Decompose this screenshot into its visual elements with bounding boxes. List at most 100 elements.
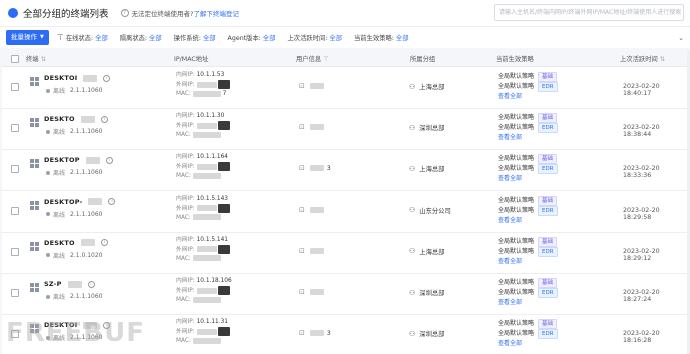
status-dot-icon bbox=[46, 88, 50, 93]
status-dot-icon bbox=[46, 212, 50, 217]
agent-version: 2.1.0.1020 bbox=[70, 251, 103, 259]
info-icon[interactable]: i bbox=[87, 280, 95, 288]
windows-icon bbox=[30, 77, 39, 86]
hostname[interactable]: DESKTO bbox=[44, 115, 75, 123]
org-tree-icon: ⚇ bbox=[409, 123, 416, 132]
filter-isolation-status[interactable]: 隔离状态: 全部 bbox=[120, 33, 162, 42]
view-all-link[interactable]: 查看全部 bbox=[498, 217, 522, 224]
filter-icon: ⊤ bbox=[56, 33, 64, 42]
filter-agent-version[interactable]: Agent版本: 全部 bbox=[228, 33, 276, 42]
last-active-time: 2023-02-20 18:27:24 bbox=[623, 289, 660, 303]
filter-os[interactable]: 操作系统: 全部 bbox=[174, 33, 216, 42]
group-info: ⚇ 上海总部 bbox=[409, 247, 444, 256]
redacted-text bbox=[192, 131, 221, 138]
table-row[interactable]: DESKTO i 离线 2.1.1.1060 内网IP: 10.1.1.30 外… bbox=[2, 109, 688, 151]
redacted-text bbox=[67, 280, 82, 288]
chevron-down-icon[interactable]: ⌄ bbox=[678, 34, 684, 42]
windows-icon bbox=[30, 283, 39, 292]
policy-info: 全局默认策略 基础 全局默认策略 EDR 查看全部 bbox=[498, 319, 558, 349]
select-all-checkbox[interactable] bbox=[11, 55, 19, 63]
agent-version: 2.1.1.1060 bbox=[70, 169, 103, 177]
user-edit-icon[interactable]: ⊡ bbox=[299, 288, 305, 296]
internal-ip: 10.1.1.53 bbox=[196, 72, 225, 78]
redacted-text bbox=[309, 124, 324, 131]
batch-operation-button[interactable]: 批量操作 ▼ bbox=[6, 30, 49, 45]
row-checkbox[interactable] bbox=[11, 247, 19, 256]
online-status: 离线 2.1.1.1060 bbox=[46, 210, 102, 219]
user-edit-icon[interactable]: ⊡ bbox=[299, 206, 305, 214]
row-checkbox[interactable] bbox=[11, 83, 19, 91]
hostname[interactable]: DESKTOP- bbox=[44, 198, 82, 206]
policy-info: 全局默认策略 基础 全局默认策略 EDR 查看全部 bbox=[498, 113, 558, 143]
row-checkbox[interactable] bbox=[11, 124, 19, 133]
org-tree-icon: ⚇ bbox=[409, 82, 416, 91]
table-row[interactable]: DESKTO i 离线 2.1.0.1020 内网IP: 10.1.5.141 … bbox=[2, 232, 688, 274]
row-checkbox[interactable] bbox=[11, 206, 19, 215]
filter-online-status[interactable]: 在线状态: 全部 bbox=[66, 33, 108, 42]
user-edit-icon[interactable]: ⊡ bbox=[299, 164, 305, 172]
org-tree-icon: ⚇ bbox=[409, 288, 416, 297]
ip-mac-info: 内网IP: 10.1.5.143 外网IP: MAC: bbox=[176, 195, 231, 223]
redacted-text bbox=[309, 206, 324, 213]
policy-info: 全局默认策略 基础 全局默认策略 EDR 查看全部 bbox=[498, 72, 558, 102]
view-all-link[interactable]: 查看全部 bbox=[498, 93, 522, 100]
ip-mac-info: 内网IP: 10.1.1.164 外网IP: MAC: bbox=[176, 153, 231, 181]
policy-info: 全局默认策略 基础 全局默认策略 EDR 查看全部 bbox=[498, 236, 558, 267]
org-tree-icon: ⚇ bbox=[409, 206, 416, 215]
row-checkbox[interactable] bbox=[11, 289, 19, 297]
hostname[interactable]: DESKTOI bbox=[44, 74, 77, 82]
user-edit-icon[interactable]: ⊡ bbox=[299, 329, 305, 337]
group-info: ⚇ 深圳总部 bbox=[409, 288, 445, 298]
hostname[interactable]: DESKTOP bbox=[44, 156, 80, 164]
table-row[interactable]: DESKTOP- i 离线 2.1.1.1060 内网IP: 10.1.5.14… bbox=[2, 191, 688, 233]
group-name: 深圳总部 bbox=[419, 290, 445, 297]
user-info: ⊡ 3 bbox=[299, 329, 331, 338]
view-all-link[interactable]: 查看全部 bbox=[498, 134, 522, 141]
redacted-text bbox=[309, 165, 324, 172]
ip-mac-info: 内网IP: 10.1.5.141 外网IP: MAC: bbox=[176, 236, 231, 264]
chevron-down-icon: ▼ bbox=[40, 34, 44, 40]
row-checkbox[interactable] bbox=[11, 165, 19, 174]
online-status: 离线 2.1.1.1060 bbox=[46, 168, 102, 177]
info-icon[interactable]: i bbox=[103, 74, 111, 82]
online-status: 离线 2.1.1.1060 bbox=[46, 86, 102, 95]
tag-edr: EDR bbox=[538, 205, 558, 216]
redacted-text bbox=[192, 337, 221, 344]
hostname[interactable]: DESKTO bbox=[44, 239, 75, 247]
view-all-link[interactable]: 查看全部 bbox=[498, 299, 522, 306]
view-all-link[interactable]: 查看全部 bbox=[498, 340, 522, 347]
view-all-link[interactable]: 查看全部 bbox=[498, 175, 522, 182]
user-edit-icon[interactable]: ⊡ bbox=[299, 82, 305, 90]
hostname[interactable]: SZ-P bbox=[44, 280, 62, 288]
redacted-text bbox=[196, 287, 217, 294]
filter-last-active[interactable]: 上次活跃时间: 全部 bbox=[288, 33, 343, 42]
watermark-logo: FREEBUF bbox=[6, 318, 145, 348]
redacted-text bbox=[196, 122, 217, 129]
table-row[interactable]: SZ-P i 离线 2.1.1.1060 内网IP: 10.1.18.106 外… bbox=[2, 274, 688, 315]
column-header-last-active[interactable]: 上次活跃时间 ⇅ bbox=[620, 54, 665, 63]
user-info: ⊡ bbox=[299, 206, 327, 214]
user-edit-icon[interactable]: ⊡ bbox=[299, 247, 305, 255]
redacted-text bbox=[83, 74, 98, 82]
redacted-block bbox=[218, 162, 231, 172]
user-edit-icon[interactable]: ⊡ bbox=[299, 123, 305, 131]
last-active-time: 2023-02-20 18:29:58 bbox=[623, 206, 660, 221]
info-icon[interactable]: i bbox=[100, 115, 108, 123]
info-icon[interactable]: i bbox=[108, 198, 116, 206]
filter-policy[interactable]: 当前生效策略: 全部 bbox=[354, 33, 409, 42]
search-input[interactable]: 请输入主机名/终端内网IP/终端外网IP/MAC地址/终端使用人进行搜索 bbox=[494, 4, 684, 21]
redacted-text bbox=[196, 205, 217, 212]
group-name: 深圳总部 bbox=[419, 331, 445, 339]
column-header-user[interactable]: 用户信息 ⊤ bbox=[296, 54, 329, 63]
tag-base: 基础 bbox=[538, 319, 558, 330]
terminal-register-link[interactable]: 了解下终端登记 bbox=[193, 8, 239, 18]
info-icon[interactable]: i bbox=[100, 239, 108, 247]
info-icon[interactable]: i bbox=[105, 156, 113, 164]
table-row[interactable]: DESKTOP i 离线 2.1.1.1060 内网IP: 10.1.1.164… bbox=[2, 150, 688, 192]
table-row[interactable]: DESKTOI i 离线 2.1.1.1060 内网IP: 10.1.1.53 … bbox=[2, 68, 688, 109]
view-all-link[interactable]: 查看全部 bbox=[498, 258, 522, 265]
redacted-text bbox=[309, 330, 324, 337]
redacted-text bbox=[309, 247, 324, 254]
column-header-group: 所属分组 bbox=[410, 56, 436, 63]
column-header-terminal[interactable]: 终端 ⇅ bbox=[26, 54, 46, 63]
